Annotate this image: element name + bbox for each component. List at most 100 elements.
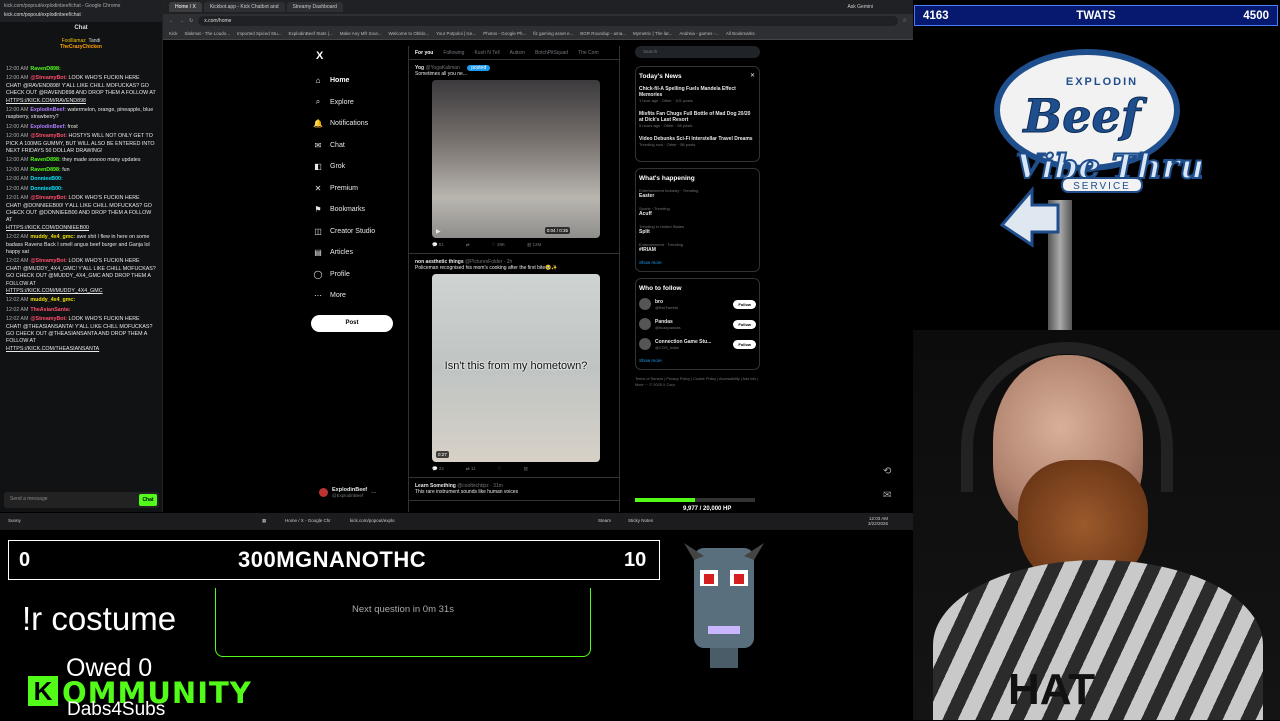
chat-username[interactable]: DonnieeB00: <box>30 176 62 182</box>
taskbar-app-notes[interactable]: Sticky Notes <box>628 518 653 523</box>
nav-item-notifications[interactable]: 🔔 Notifications <box>311 113 411 135</box>
bookmark-item[interactable]: Imported Spiced Stu... <box>237 31 282 36</box>
nav-item-more[interactable]: ⋯ More <box>311 285 411 307</box>
account-switcher[interactable]: ExplodinBeef @ExplodinBeef ··· <box>319 487 377 498</box>
chat-send-button[interactable]: Chat <box>139 494 157 506</box>
feed-tab[interactable]: The Com <box>578 50 599 56</box>
chat-username[interactable]: @StreamyBot: <box>30 75 67 81</box>
post-video[interactable]: Isn't this from my hometown? 0:27 <box>432 274 600 462</box>
chat-username[interactable]: @StreamyBot: <box>30 195 67 201</box>
bookmark-item[interactable]: Welcome to Obblo... <box>388 31 429 36</box>
show-more-link[interactable]: Show more <box>639 260 756 265</box>
weather-widget[interactable]: Sunny <box>8 518 21 523</box>
post-button[interactable]: Post <box>311 314 393 332</box>
chat-username[interactable]: RavenD898: <box>30 157 60 163</box>
show-more-link[interactable]: Show more <box>639 358 756 363</box>
bookmark-item[interactable]: Slakmat - The Loudo... <box>185 31 230 36</box>
ask-gemini-button[interactable]: Ask Gemini <box>847 4 873 10</box>
search-input[interactable]: Search <box>635 46 760 58</box>
follow-button[interactable]: Follow <box>733 339 756 349</box>
bookmark-item[interactable]: Your Potpoloi | Ice... <box>436 31 476 36</box>
reply-icon[interactable]: 💬 22 <box>432 466 444 472</box>
browser-tab-x[interactable]: Home / X <box>169 2 202 12</box>
follow-button[interactable]: Follow <box>733 319 756 329</box>
play-icon[interactable]: ▶ <box>436 228 441 235</box>
chat-link[interactable]: HTTPS://KICK.COM/THEASIANSANTA <box>6 346 99 352</box>
repost-icon[interactable]: ⇄ 11 <box>466 466 476 472</box>
chat-username[interactable]: ExplodinBeef: <box>30 124 66 130</box>
bookmark-item[interactable]: Andreia - games -... <box>679 31 719 36</box>
posted-badge[interactable]: posted <box>467 65 491 71</box>
nav-item-profile[interactable]: ◯ Profile <box>311 264 411 286</box>
like-icon[interactable]: ♡ 28K <box>492 242 505 248</box>
chat-username[interactable]: @StreamyBot: <box>30 258 67 264</box>
chat-username[interactable]: TheAsianSanta: <box>30 307 70 313</box>
chat-url[interactable]: kick.com/popout/explodinbeef/chat <box>4 12 158 18</box>
footer-links[interactable]: Terms of Service | Privacy Policy | Cook… <box>635 376 760 388</box>
chat-username[interactable]: muddy_4x4_gmc: <box>30 297 75 303</box>
feed-post[interactable]: Yog @YogaKaliman posted Sometimes all yo… <box>409 60 619 254</box>
chat-username[interactable]: muddy_4x4_gmc: <box>30 234 75 240</box>
follow-button[interactable]: Follow <box>733 299 756 309</box>
x-logo-icon[interactable]: X <box>316 50 411 62</box>
trend-item[interactable]: Sports · Trending Acuff <box>639 206 756 217</box>
chat-link[interactable]: HTTPS://KICK.COM/MUDDY_4X4_GMC <box>6 288 103 294</box>
nav-item-home[interactable]: ⌂ Home <box>311 70 411 92</box>
follow-suggestion[interactable]: Pandas @buzzpandas Follow <box>639 318 756 330</box>
follow-suggestion[interactable]: bro @BroTweets Follow <box>639 298 756 310</box>
bookmark-item[interactable]: fiz gaming asset e... <box>533 31 573 36</box>
trend-item[interactable]: Entertainment · Trending #IRIAM <box>639 242 756 253</box>
nav-item-grok[interactable]: ◧ Grok <box>311 156 411 178</box>
bookmark-item[interactable]: Mymetric | The lat... <box>633 31 672 36</box>
bookmark-item[interactable]: Make Any Mfr Sour... <box>340 31 382 36</box>
start-icon[interactable]: ▦ <box>262 518 266 524</box>
trend-item[interactable]: Trending in United States Split <box>639 224 756 235</box>
close-icon[interactable]: ✕ <box>750 72 755 79</box>
back-icon[interactable]: ← <box>169 18 174 24</box>
trend-item[interactable]: Entertainment Industry · Trending Easter <box>639 188 756 199</box>
taskbar-app-steam[interactable]: Steam <box>598 518 611 523</box>
chat-username[interactable]: @StreamyBot: <box>30 316 67 322</box>
browser-tab-kickbot[interactable]: Kickbot.app - Kick Chatbot and <box>203 2 285 12</box>
feed-tab[interactable]: Kush N Tell <box>474 50 499 56</box>
browser-tab-streamy[interactable]: Streamy Dashboard <box>286 2 343 12</box>
follow-suggestion[interactable]: Connection Game Stu... @CGS_India Follow <box>639 338 756 350</box>
bookmark-item[interactable]: All Bookmarks <box>726 31 755 36</box>
clock[interactable]: 12:03 AM 3/22/2026 <box>868 516 888 526</box>
star-icon[interactable]: ☆ <box>903 18 907 24</box>
chat-username[interactable]: RavenD898: <box>30 167 60 173</box>
views-icon[interactable]: ▥ 12M <box>527 242 541 248</box>
bookmark-item[interactable]: Photos - Google Ph... <box>483 31 526 36</box>
views-icon[interactable]: ▥ <box>524 466 528 472</box>
nav-item-bookmarks[interactable]: ⚑ Bookmarks <box>311 199 411 221</box>
repost-icon[interactable]: ⇄ <box>466 242 470 248</box>
nav-item-creator-studio[interactable]: ◫ Creator Studio <box>311 221 411 243</box>
nav-item-explore[interactable]: ⌕ Explore <box>311 92 411 114</box>
pinned-user-3[interactable]: TheCrazyChicken <box>60 44 102 50</box>
post-video[interactable]: 0:04 / 0:35 ▶ <box>432 80 600 238</box>
forward-icon[interactable]: → <box>179 18 184 24</box>
nav-item-articles[interactable]: ▤ Articles <box>311 242 411 264</box>
feed-post[interactable]: Learn Something @cooltechtipz · 31m This… <box>409 478 619 501</box>
chat-username[interactable]: RavenD898: <box>30 66 60 72</box>
chat-username[interactable]: DonnieeB00: <box>30 186 62 192</box>
taskbar-app-chrome[interactable]: Home / X - Google Chr <box>285 518 331 523</box>
feed-post[interactable]: non aesthetic things @PicturesFolder · 2… <box>409 254 619 478</box>
feed-tab[interactable]: For you <box>415 50 433 56</box>
nav-item-chat[interactable]: ✉ Chat <box>311 135 411 157</box>
bookmark-item[interactable]: ExplodinBeef Stats |... <box>289 31 333 36</box>
reply-icon[interactable]: 💬 51 <box>432 242 444 248</box>
like-icon[interactable]: ♡ <box>498 466 502 472</box>
messages-icon[interactable]: ✉ <box>883 490 891 501</box>
feed-tab[interactable]: Autism <box>510 50 525 56</box>
news-item[interactable]: Video Debunks Sci-Fi Interstellar Travel… <box>639 136 756 147</box>
chat-link[interactable]: HTTPS://KICK.COM/RAVEND898 <box>6 98 86 104</box>
url-field[interactable]: x.com/home <box>198 16 898 26</box>
bookmark-item[interactable]: Kick <box>169 31 178 36</box>
reload-icon[interactable]: ↻ <box>189 18 193 24</box>
chat-username[interactable]: @StreamyBot: <box>30 133 67 139</box>
news-item[interactable]: Chick-fil-A Spelling Fuels Mandela Effec… <box>639 86 756 103</box>
bookmark-item[interactable]: BGR Roundup - ama... <box>580 31 626 36</box>
chat-username[interactable]: ExplodinBeef: <box>30 107 66 113</box>
feed-tab[interactable]: Following <box>443 50 464 56</box>
